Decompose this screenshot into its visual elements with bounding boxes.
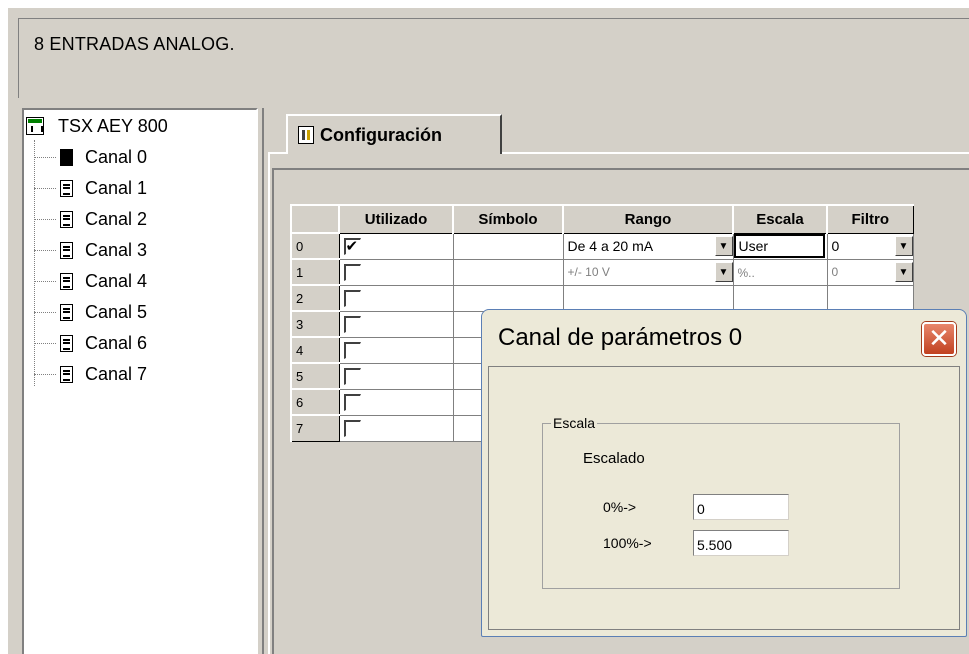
row-number: 1 xyxy=(290,258,340,286)
tree-item-label: Canal 4 xyxy=(85,270,148,291)
tree-item-label: Canal 3 xyxy=(85,239,148,260)
max-label: 100%-> xyxy=(603,535,652,551)
close-icon: ✕ xyxy=(928,323,950,353)
chevron-down-icon[interactable]: ▼ xyxy=(894,262,913,282)
chevron-down-icon[interactable]: ▼ xyxy=(894,236,913,256)
row-number: 5 xyxy=(290,362,340,390)
module-title-panel xyxy=(18,18,969,98)
tree-item-label: Canal 6 xyxy=(85,332,148,353)
field-row-max: 100%-> 5.500 xyxy=(603,530,789,556)
tree-root-label: TSX AEY 800 xyxy=(58,115,168,136)
table-row: 1 +/- 10 V ▼ %.. 0 ▼ xyxy=(290,258,914,286)
channel-icon xyxy=(60,365,73,383)
utilizado-checkbox[interactable] xyxy=(343,393,361,411)
escala-cell[interactable]: User xyxy=(733,234,825,258)
groupbox-legend: Escala xyxy=(551,415,598,431)
channel-icon xyxy=(60,334,73,352)
utilizado-checkbox[interactable] xyxy=(343,341,361,359)
tree-item-canal-0[interactable]: Canal 0 xyxy=(34,142,147,172)
channel-icon xyxy=(60,179,73,197)
parameters-dialog: Canal de parámetros 0 ✕ Escala Escalado … xyxy=(481,309,967,637)
simbolo-cell[interactable] xyxy=(452,258,564,286)
min-value-field[interactable]: 0 xyxy=(693,494,789,520)
header-rango: Rango xyxy=(562,204,734,234)
tree-item-label: Canal 0 xyxy=(85,146,148,167)
chevron-down-icon[interactable]: ▼ xyxy=(714,236,733,256)
chevron-down-icon[interactable]: ▼ xyxy=(714,262,733,282)
tree-item-label: Canal 7 xyxy=(85,363,148,384)
utilizado-checkbox[interactable] xyxy=(343,367,361,385)
row-number: 3 xyxy=(290,310,340,338)
escala-groupbox: Escala Escalado 0%-> 0 100%-> 5.500 xyxy=(542,415,900,589)
table-row: 0 De 4 a 20 mA▼ User 0▼ xyxy=(290,232,914,260)
table-row: 2 xyxy=(290,284,914,312)
channel-icon xyxy=(60,272,73,290)
utilizado-checkbox[interactable] xyxy=(343,419,361,437)
filtro-select[interactable]: 0 ▼ xyxy=(828,260,913,284)
header-simbolo: Símbolo xyxy=(452,204,564,234)
header-escala: Escala xyxy=(732,204,828,234)
header-corner xyxy=(290,204,340,234)
channel-icon xyxy=(60,241,73,259)
min-label: 0%-> xyxy=(603,499,637,515)
tree-item-label: Canal 5 xyxy=(85,301,148,322)
module-title: 8 ENTRADAS ANALOG. xyxy=(34,34,235,54)
row-number: 0 xyxy=(290,232,340,260)
field-row-min: 0%-> 0 xyxy=(603,494,789,520)
channel-icon xyxy=(60,210,73,228)
rango-select[interactable]: +/- 10 V ▼ xyxy=(564,260,733,284)
dialog-title: Canal de parámetros 0 xyxy=(498,324,743,351)
row-number: 7 xyxy=(290,414,340,442)
header-filtro: Filtro xyxy=(826,204,914,234)
filtro-select[interactable]: 0 ▼ xyxy=(828,234,913,258)
tab-configuracion[interactable]: Configuración xyxy=(286,114,502,154)
header-utilizado: Utilizado xyxy=(338,204,454,234)
max-value-field[interactable]: 5.500 xyxy=(693,530,789,556)
channel-tree: TSX AEY 800 Canal 0 Canal 1 Canal 2 Cana… xyxy=(22,108,258,654)
tree-item-label: Canal 1 xyxy=(85,177,148,198)
utilizado-checkbox[interactable] xyxy=(343,315,361,333)
escala-cell[interactable]: %.. xyxy=(734,266,755,280)
dialog-body: Escala Escalado 0%-> 0 100%-> 5.500 xyxy=(488,366,960,630)
simbolo-cell[interactable] xyxy=(452,284,564,312)
tree-item-canal-7[interactable]: Canal 7 xyxy=(34,359,147,389)
tree-item-canal-3[interactable]: Canal 3 xyxy=(34,235,147,265)
row-number: 4 xyxy=(290,336,340,364)
module-icon xyxy=(26,117,44,135)
rango-select[interactable]: De 4 a 20 mA ▼ xyxy=(564,234,733,258)
tree-item-canal-1[interactable]: Canal 1 xyxy=(34,173,147,203)
simbolo-cell[interactable] xyxy=(452,232,564,260)
configuration-icon xyxy=(298,126,314,144)
tree-item-canal-5[interactable]: Canal 5 xyxy=(34,297,147,327)
tree-root[interactable]: TSX AEY 800 xyxy=(26,112,168,140)
utilizado-checkbox[interactable] xyxy=(343,237,361,255)
tree-item-canal-6[interactable]: Canal 6 xyxy=(34,328,147,358)
utilizado-checkbox[interactable] xyxy=(343,263,361,281)
tree-item-canal-4[interactable]: Canal 4 xyxy=(34,266,147,296)
channel-icon xyxy=(60,303,73,321)
row-number: 2 xyxy=(290,284,340,312)
channel-icon xyxy=(60,148,73,166)
utilizado-checkbox[interactable] xyxy=(343,289,361,307)
close-button[interactable]: ✕ xyxy=(922,322,956,356)
tree-item-canal-2[interactable]: Canal 2 xyxy=(34,204,147,234)
dialog-title-bar[interactable]: Canal de parámetros 0 xyxy=(482,310,966,366)
tree-item-label: Canal 2 xyxy=(85,208,148,229)
row-number: 6 xyxy=(290,388,340,416)
escalado-label: Escalado xyxy=(583,450,645,467)
tab-label: Configuración xyxy=(320,124,442,145)
